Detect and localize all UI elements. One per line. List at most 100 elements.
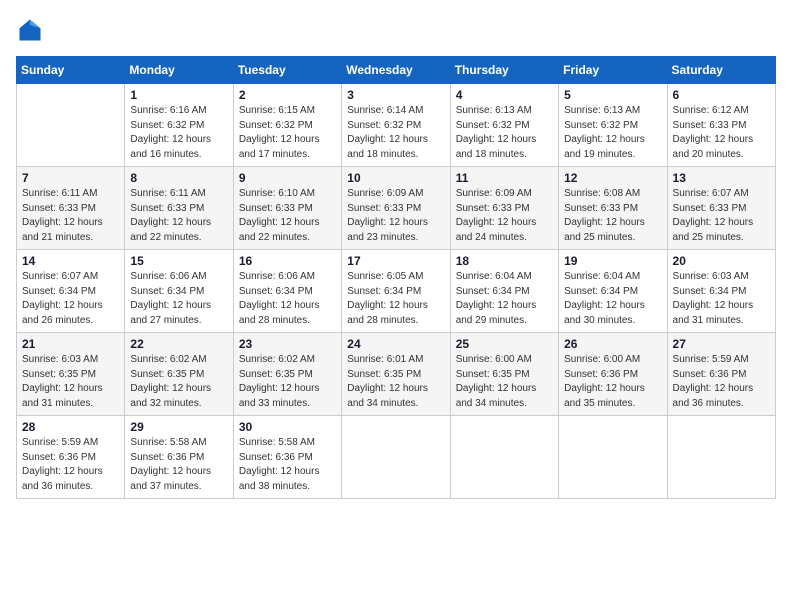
day-detail: Sunrise: 6:14 AMSunset: 6:32 PMDaylight:… (347, 104, 444, 162)
day-number: 7 (22, 171, 119, 185)
week-row-2: 7 Sunrise: 6:11 AMSunset: 6:33 PMDaylight… (17, 167, 776, 250)
day-number: 26 (564, 337, 661, 351)
day-number: 15 (130, 254, 227, 268)
day-detail: Sunrise: 5:59 AMSunset: 6:36 PMDaylight:… (22, 436, 119, 494)
calendar-cell: 16 Sunrise: 6:06 AMSunset: 6:34 PMDayligh… (233, 250, 341, 333)
week-row-3: 14 Sunrise: 6:07 AMSunset: 6:34 PMDayligh… (17, 250, 776, 333)
day-number: 29 (130, 420, 227, 434)
col-header-sunday: Sunday (17, 57, 125, 84)
calendar-cell: 25 Sunrise: 6:00 AMSunset: 6:35 PMDayligh… (450, 333, 558, 416)
day-detail: Sunrise: 6:15 AMSunset: 6:32 PMDaylight:… (239, 104, 336, 162)
day-detail: Sunrise: 6:06 AMSunset: 6:34 PMDaylight:… (130, 270, 227, 328)
calendar-cell: 24 Sunrise: 6:01 AMSunset: 6:35 PMDayligh… (342, 333, 450, 416)
col-header-thursday: Thursday (450, 57, 558, 84)
logo (16, 16, 48, 44)
calendar-cell: 15 Sunrise: 6:06 AMSunset: 6:34 PMDayligh… (125, 250, 233, 333)
col-header-saturday: Saturday (667, 57, 775, 84)
day-number: 19 (564, 254, 661, 268)
day-number: 23 (239, 337, 336, 351)
calendar-cell (450, 416, 558, 499)
day-number: 10 (347, 171, 444, 185)
calendar-cell (342, 416, 450, 499)
col-header-friday: Friday (559, 57, 667, 84)
calendar-cell: 27Sunrise: 5:59 AMSunset: 6:36 PMDayligh… (667, 333, 775, 416)
col-header-monday: Monday (125, 57, 233, 84)
calendar-cell: 29 Sunrise: 5:58 AMSunset: 6:36 PMDayligh… (125, 416, 233, 499)
day-number: 14 (22, 254, 119, 268)
calendar-cell: 6 Sunrise: 6:12 AMSunset: 6:33 PMDaylight… (667, 84, 775, 167)
day-detail: Sunrise: 6:13 AMSunset: 6:32 PMDaylight:… (564, 104, 661, 162)
day-detail: Sunrise: 6:12 AMSunset: 6:33 PMDaylight:… (673, 104, 770, 162)
day-detail: Sunrise: 5:58 AMSunset: 6:36 PMDaylight:… (239, 436, 336, 494)
day-number: 6 (673, 88, 770, 102)
day-number: 22 (130, 337, 227, 351)
calendar-cell: 17 Sunrise: 6:05 AMSunset: 6:34 PMDayligh… (342, 250, 450, 333)
calendar-cell: 11 Sunrise: 6:09 AMSunset: 6:33 PMDayligh… (450, 167, 558, 250)
day-detail: Sunrise: 6:06 AMSunset: 6:34 PMDaylight:… (239, 270, 336, 328)
day-detail: Sunrise: 6:01 AMSunset: 6:35 PMDaylight:… (347, 353, 444, 411)
col-header-tuesday: Tuesday (233, 57, 341, 84)
calendar-cell: 21 Sunrise: 6:03 AMSunset: 6:35 PMDayligh… (17, 333, 125, 416)
day-number: 5 (564, 88, 661, 102)
day-detail: Sunrise: 6:07 AMSunset: 6:34 PMDaylight:… (22, 270, 119, 328)
day-detail: Sunrise: 6:10 AMSunset: 6:33 PMDaylight:… (239, 187, 336, 245)
day-detail: Sunrise: 6:03 AMSunset: 6:35 PMDaylight:… (22, 353, 119, 411)
week-row-5: 28 Sunrise: 5:59 AMSunset: 6:36 PMDayligh… (17, 416, 776, 499)
calendar-cell: 4 Sunrise: 6:13 AMSunset: 6:32 PMDaylight… (450, 84, 558, 167)
day-detail: Sunrise: 6:02 AMSunset: 6:35 PMDaylight:… (239, 353, 336, 411)
day-detail: Sunrise: 6:05 AMSunset: 6:34 PMDaylight:… (347, 270, 444, 328)
day-number: 30 (239, 420, 336, 434)
calendar-cell: 3Sunrise: 6:14 AMSunset: 6:32 PMDaylight… (342, 84, 450, 167)
week-row-1: 1Sunrise: 6:16 AMSunset: 6:32 PMDaylight… (17, 84, 776, 167)
calendar-cell: 20Sunrise: 6:03 AMSunset: 6:34 PMDayligh… (667, 250, 775, 333)
day-detail: Sunrise: 5:58 AMSunset: 6:36 PMDaylight:… (130, 436, 227, 494)
day-number: 13 (673, 171, 770, 185)
day-number: 9 (239, 171, 336, 185)
day-number: 12 (564, 171, 661, 185)
day-detail: Sunrise: 6:08 AMSunset: 6:33 PMDaylight:… (564, 187, 661, 245)
calendar-cell: 14 Sunrise: 6:07 AMSunset: 6:34 PMDayligh… (17, 250, 125, 333)
calendar-cell: 5 Sunrise: 6:13 AMSunset: 6:32 PMDaylight… (559, 84, 667, 167)
day-number: 16 (239, 254, 336, 268)
calendar: SundayMondayTuesdayWednesdayThursdayFrid… (16, 56, 776, 499)
day-detail: Sunrise: 6:09 AMSunset: 6:33 PMDaylight:… (456, 187, 553, 245)
calendar-cell: 26 Sunrise: 6:00 AMSunset: 6:36 PMDayligh… (559, 333, 667, 416)
day-number: 18 (456, 254, 553, 268)
calendar-cell: 7 Sunrise: 6:11 AMSunset: 6:33 PMDaylight… (17, 167, 125, 250)
page-header (16, 16, 776, 44)
day-number: 2 (239, 88, 336, 102)
day-detail: Sunrise: 6:13 AMSunset: 6:32 PMDaylight:… (456, 104, 553, 162)
calendar-cell (559, 416, 667, 499)
logo-icon (16, 16, 44, 44)
day-detail: Sunrise: 6:00 AMSunset: 6:36 PMDaylight:… (564, 353, 661, 411)
calendar-cell: 12 Sunrise: 6:08 AMSunset: 6:33 PMDayligh… (559, 167, 667, 250)
calendar-cell (667, 416, 775, 499)
day-number: 24 (347, 337, 444, 351)
calendar-cell: 19Sunrise: 6:04 AMSunset: 6:34 PMDayligh… (559, 250, 667, 333)
day-detail: Sunrise: 5:59 AMSunset: 6:36 PMDaylight:… (673, 353, 770, 411)
day-detail: Sunrise: 6:11 AMSunset: 6:33 PMDaylight:… (22, 187, 119, 245)
calendar-cell: 23 Sunrise: 6:02 AMSunset: 6:35 PMDayligh… (233, 333, 341, 416)
day-detail: Sunrise: 6:11 AMSunset: 6:33 PMDaylight:… (130, 187, 227, 245)
day-detail: Sunrise: 6:00 AMSunset: 6:35 PMDaylight:… (456, 353, 553, 411)
calendar-header-row: SundayMondayTuesdayWednesdayThursdayFrid… (17, 57, 776, 84)
calendar-cell: 18 Sunrise: 6:04 AMSunset: 6:34 PMDayligh… (450, 250, 558, 333)
day-detail: Sunrise: 6:16 AMSunset: 6:32 PMDaylight:… (130, 104, 227, 162)
col-header-wednesday: Wednesday (342, 57, 450, 84)
calendar-cell: 2 Sunrise: 6:15 AMSunset: 6:32 PMDaylight… (233, 84, 341, 167)
day-number: 11 (456, 171, 553, 185)
day-number: 21 (22, 337, 119, 351)
calendar-cell: 9 Sunrise: 6:10 AMSunset: 6:33 PMDaylight… (233, 167, 341, 250)
day-detail: Sunrise: 6:04 AMSunset: 6:34 PMDaylight:… (456, 270, 553, 328)
day-number: 20 (673, 254, 770, 268)
day-number: 28 (22, 420, 119, 434)
calendar-cell: 10 Sunrise: 6:09 AMSunset: 6:33 PMDayligh… (342, 167, 450, 250)
day-number: 4 (456, 88, 553, 102)
day-detail: Sunrise: 6:02 AMSunset: 6:35 PMDaylight:… (130, 353, 227, 411)
day-detail: Sunrise: 6:09 AMSunset: 6:33 PMDaylight:… (347, 187, 444, 245)
calendar-cell: 13Sunrise: 6:07 AMSunset: 6:33 PMDayligh… (667, 167, 775, 250)
calendar-cell: 30 Sunrise: 5:58 AMSunset: 6:36 PMDayligh… (233, 416, 341, 499)
calendar-cell: 8Sunrise: 6:11 AMSunset: 6:33 PMDaylight… (125, 167, 233, 250)
day-number: 25 (456, 337, 553, 351)
day-number: 17 (347, 254, 444, 268)
